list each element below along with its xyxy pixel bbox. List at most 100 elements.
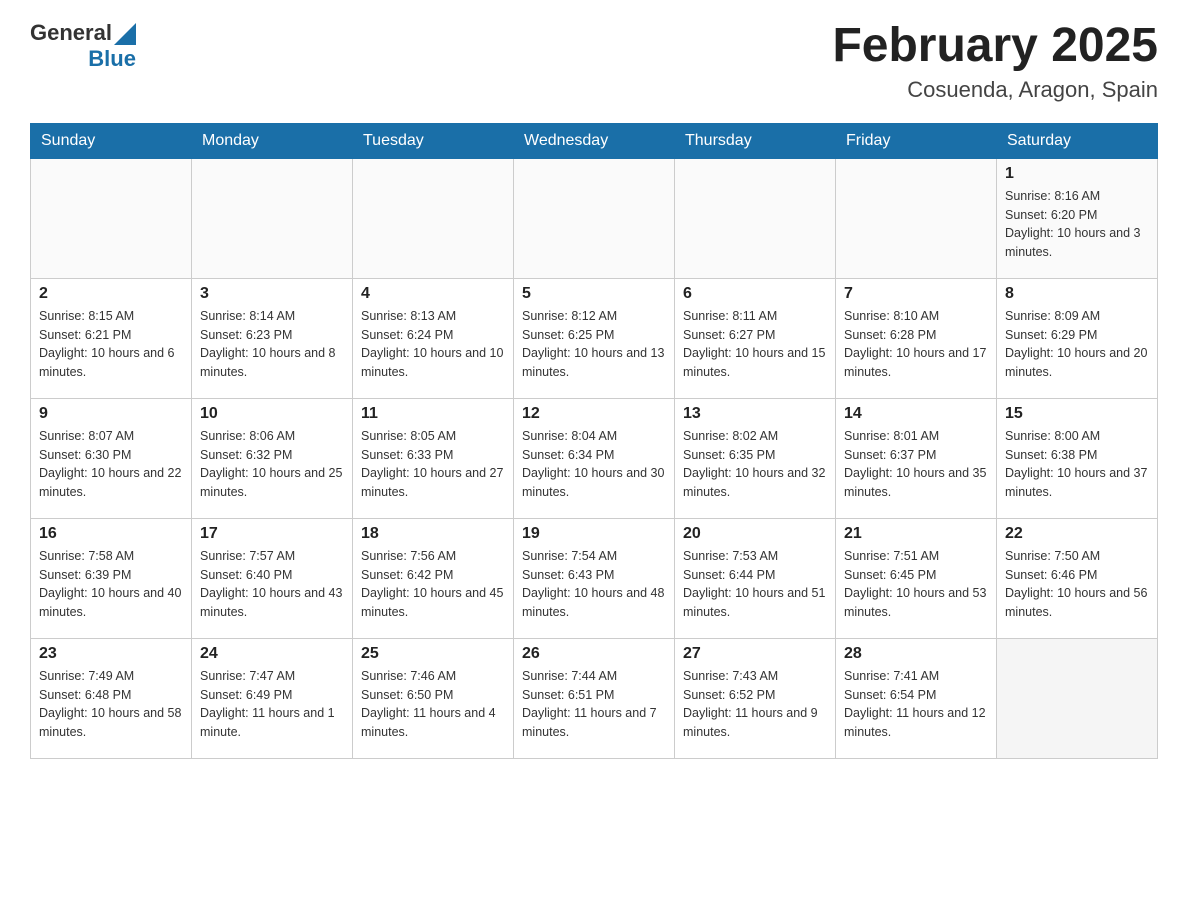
logo-row1: General bbox=[30, 20, 136, 46]
day-cell: 1 Sunrise: 8:16 AMSunset: 6:20 PMDaylight… bbox=[997, 158, 1158, 278]
day-info: Sunrise: 7:47 AMSunset: 6:49 PMDaylight:… bbox=[200, 667, 344, 742]
day-number: 28 bbox=[844, 645, 988, 663]
day-cell: 24 Sunrise: 7:47 AMSunset: 6:49 PMDayligh… bbox=[192, 638, 353, 758]
day-info: Sunrise: 8:01 AMSunset: 6:37 PMDaylight:… bbox=[844, 427, 988, 502]
day-cell: 9 Sunrise: 8:07 AMSunset: 6:30 PMDaylight… bbox=[31, 398, 192, 518]
day-cell: 28 Sunrise: 7:41 AMSunset: 6:54 PMDayligh… bbox=[836, 638, 997, 758]
day-number: 26 bbox=[522, 645, 666, 663]
day-cell bbox=[675, 158, 836, 278]
day-number: 2 bbox=[39, 285, 183, 303]
day-number: 1 bbox=[1005, 165, 1149, 183]
day-info: Sunrise: 7:57 AMSunset: 6:40 PMDaylight:… bbox=[200, 547, 344, 622]
day-number: 14 bbox=[844, 405, 988, 423]
day-info: Sunrise: 7:46 AMSunset: 6:50 PMDaylight:… bbox=[361, 667, 505, 742]
day-cell: 19 Sunrise: 7:54 AMSunset: 6:43 PMDayligh… bbox=[514, 518, 675, 638]
day-cell bbox=[836, 158, 997, 278]
header-friday: Friday bbox=[836, 123, 997, 158]
week-row-1: 2 Sunrise: 8:15 AMSunset: 6:21 PMDaylight… bbox=[31, 278, 1158, 398]
day-number: 3 bbox=[200, 285, 344, 303]
logo: General Blue bbox=[30, 20, 136, 72]
day-info: Sunrise: 7:53 AMSunset: 6:44 PMDaylight:… bbox=[683, 547, 827, 622]
header-tuesday: Tuesday bbox=[353, 123, 514, 158]
day-cell: 21Sunrise: 7:51 AMSunset: 6:45 PMDayligh… bbox=[836, 518, 997, 638]
day-info: Sunrise: 7:43 AMSunset: 6:52 PMDaylight:… bbox=[683, 667, 827, 742]
day-info: Sunrise: 7:58 AMSunset: 6:39 PMDaylight:… bbox=[39, 547, 183, 622]
day-cell: 3 Sunrise: 8:14 AMSunset: 6:23 PMDaylight… bbox=[192, 278, 353, 398]
day-number: 18 bbox=[361, 525, 505, 543]
day-info: Sunrise: 8:14 AMSunset: 6:23 PMDaylight:… bbox=[200, 307, 344, 382]
day-info: Sunrise: 8:09 AMSunset: 6:29 PMDaylight:… bbox=[1005, 307, 1149, 382]
day-number: 8 bbox=[1005, 285, 1149, 303]
day-info: Sunrise: 8:06 AMSunset: 6:32 PMDaylight:… bbox=[200, 427, 344, 502]
day-cell: 22 Sunrise: 7:50 AMSunset: 6:46 PMDayligh… bbox=[997, 518, 1158, 638]
day-number: 7 bbox=[844, 285, 988, 303]
day-number: 24 bbox=[200, 645, 344, 663]
week-row-2: 9 Sunrise: 8:07 AMSunset: 6:30 PMDaylight… bbox=[31, 398, 1158, 518]
day-number: 27 bbox=[683, 645, 827, 663]
day-number: 12 bbox=[522, 405, 666, 423]
logo-icon: General Blue bbox=[30, 20, 136, 72]
weekday-header-row: Sunday Monday Tuesday Wednesday Thursday… bbox=[31, 123, 1158, 158]
day-cell: 5 Sunrise: 8:12 AMSunset: 6:25 PMDaylight… bbox=[514, 278, 675, 398]
calendar-subtitle: Cosuenda, Aragon, Spain bbox=[832, 77, 1158, 103]
day-number: 17 bbox=[200, 525, 344, 543]
header-monday: Monday bbox=[192, 123, 353, 158]
day-number: 22 bbox=[1005, 525, 1149, 543]
day-cell: 17 Sunrise: 7:57 AMSunset: 6:40 PMDayligh… bbox=[192, 518, 353, 638]
day-cell: 15Sunrise: 8:00 AMSunset: 6:38 PMDayligh… bbox=[997, 398, 1158, 518]
day-info: Sunrise: 8:13 AMSunset: 6:24 PMDaylight:… bbox=[361, 307, 505, 382]
day-cell: 14 Sunrise: 8:01 AMSunset: 6:37 PMDayligh… bbox=[836, 398, 997, 518]
day-number: 16 bbox=[39, 525, 183, 543]
day-cell: 18Sunrise: 7:56 AMSunset: 6:42 PMDayligh… bbox=[353, 518, 514, 638]
day-cell bbox=[997, 638, 1158, 758]
day-cell bbox=[353, 158, 514, 278]
day-info: Sunrise: 8:04 AMSunset: 6:34 PMDaylight:… bbox=[522, 427, 666, 502]
day-info: Sunrise: 7:54 AMSunset: 6:43 PMDaylight:… bbox=[522, 547, 666, 622]
day-cell: 7 Sunrise: 8:10 AMSunset: 6:28 PMDaylight… bbox=[836, 278, 997, 398]
calendar-header: Sunday Monday Tuesday Wednesday Thursday… bbox=[31, 123, 1158, 158]
calendar-title: February 2025 bbox=[832, 20, 1158, 73]
day-info: Sunrise: 8:10 AMSunset: 6:28 PMDaylight:… bbox=[844, 307, 988, 382]
day-cell: 23Sunrise: 7:49 AMSunset: 6:48 PMDayligh… bbox=[31, 638, 192, 758]
day-info: Sunrise: 7:51 AMSunset: 6:45 PMDaylight:… bbox=[844, 547, 988, 622]
day-info: Sunrise: 7:41 AMSunset: 6:54 PMDaylight:… bbox=[844, 667, 988, 742]
day-info: Sunrise: 7:44 AMSunset: 6:51 PMDaylight:… bbox=[522, 667, 666, 742]
day-cell: 8 Sunrise: 8:09 AMSunset: 6:29 PMDaylight… bbox=[997, 278, 1158, 398]
day-info: Sunrise: 8:12 AMSunset: 6:25 PMDaylight:… bbox=[522, 307, 666, 382]
day-cell: 6Sunrise: 8:11 AMSunset: 6:27 PMDaylight… bbox=[675, 278, 836, 398]
day-info: Sunrise: 8:07 AMSunset: 6:30 PMDaylight:… bbox=[39, 427, 183, 502]
day-cell: 2 Sunrise: 8:15 AMSunset: 6:21 PMDaylight… bbox=[31, 278, 192, 398]
day-cell: 26 Sunrise: 7:44 AMSunset: 6:51 PMDayligh… bbox=[514, 638, 675, 758]
day-number: 15 bbox=[1005, 405, 1149, 423]
logo-general-text: General bbox=[30, 20, 112, 46]
day-info: Sunrise: 7:50 AMSunset: 6:46 PMDaylight:… bbox=[1005, 547, 1149, 622]
day-number: 20 bbox=[683, 525, 827, 543]
day-cell: 4Sunrise: 8:13 AMSunset: 6:24 PMDaylight… bbox=[353, 278, 514, 398]
day-cell: 12 Sunrise: 8:04 AMSunset: 6:34 PMDayligh… bbox=[514, 398, 675, 518]
logo-triangle-icon bbox=[114, 23, 136, 45]
day-cell: 27 Sunrise: 7:43 AMSunset: 6:52 PMDayligh… bbox=[675, 638, 836, 758]
title-block: February 2025 Cosuenda, Aragon, Spain bbox=[832, 20, 1158, 103]
day-number: 10 bbox=[200, 405, 344, 423]
day-cell: 16 Sunrise: 7:58 AMSunset: 6:39 PMDayligh… bbox=[31, 518, 192, 638]
day-number: 9 bbox=[39, 405, 183, 423]
week-row-4: 23Sunrise: 7:49 AMSunset: 6:48 PMDayligh… bbox=[31, 638, 1158, 758]
day-info: Sunrise: 8:16 AMSunset: 6:20 PMDaylight:… bbox=[1005, 187, 1149, 262]
header-saturday: Saturday bbox=[997, 123, 1158, 158]
page-header: General Blue February 2025 Cosuenda, Ara… bbox=[30, 20, 1158, 103]
day-info: Sunrise: 8:11 AMSunset: 6:27 PMDaylight:… bbox=[683, 307, 827, 382]
day-info: Sunrise: 7:49 AMSunset: 6:48 PMDaylight:… bbox=[39, 667, 183, 742]
logo-blue-text: Blue bbox=[88, 46, 136, 72]
day-number: 5 bbox=[522, 285, 666, 303]
day-cell: 20 Sunrise: 7:53 AMSunset: 6:44 PMDayligh… bbox=[675, 518, 836, 638]
day-cell bbox=[514, 158, 675, 278]
day-cell: 11Sunrise: 8:05 AMSunset: 6:33 PMDayligh… bbox=[353, 398, 514, 518]
day-number: 19 bbox=[522, 525, 666, 543]
header-wednesday: Wednesday bbox=[514, 123, 675, 158]
day-number: 11 bbox=[361, 405, 505, 423]
day-info: Sunrise: 8:15 AMSunset: 6:21 PMDaylight:… bbox=[39, 307, 183, 382]
day-cell: 25 Sunrise: 7:46 AMSunset: 6:50 PMDayligh… bbox=[353, 638, 514, 758]
day-cell: 10 Sunrise: 8:06 AMSunset: 6:32 PMDayligh… bbox=[192, 398, 353, 518]
calendar-table: Sunday Monday Tuesday Wednesday Thursday… bbox=[30, 123, 1158, 759]
day-number: 25 bbox=[361, 645, 505, 663]
